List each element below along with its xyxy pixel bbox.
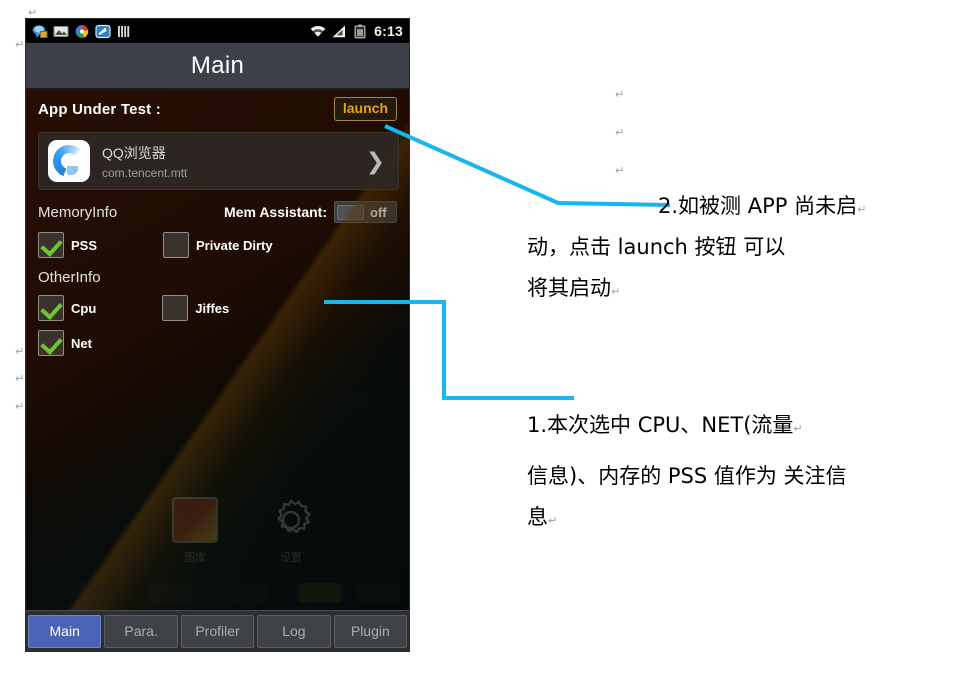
bars-icon [118, 25, 130, 37]
paragraph-mark: ↵ [15, 38, 25, 51]
app-under-test-row: App Under Test : launch [26, 90, 409, 128]
memory-info-checkbox-row: PSS Private Dirty [26, 223, 409, 258]
android-screenshot: 6:13 Main 图库 设置 App Under Test: launch … [25, 18, 410, 652]
leader-line-launch [384, 124, 670, 207]
checkbox-label: Net [71, 335, 92, 351]
wallpaper-icon-label: 图库 [184, 552, 206, 564]
annotation-2-line-2: 动，点击 launch 按钮 可以 [527, 235, 786, 259]
title-bar: Main [26, 43, 409, 90]
app-meta: QQ浏览器 com.tencent.mtt [102, 143, 187, 180]
checkbox-jiffes[interactable]: Jiffes [162, 295, 229, 321]
checkbox-box[interactable] [38, 232, 64, 258]
other-info-title: OtherInfo [38, 269, 101, 286]
tab-profiler[interactable]: Profiler [180, 614, 255, 648]
tab-plugin[interactable]: Plugin [333, 614, 408, 648]
battery-icon [354, 24, 366, 38]
status-system-icons: 6:13 [310, 23, 403, 39]
dock-item [298, 583, 342, 603]
annotation-1-line-2: 信息)、内存的 PSS 值作为 关注信 [527, 464, 847, 488]
annotation-1-line-3: 息↵ [527, 505, 558, 529]
gallery-icon [172, 497, 218, 543]
checkbox-box[interactable] [163, 232, 190, 258]
checkbox-net[interactable]: Net [38, 330, 92, 356]
qq-browser-icon [48, 140, 90, 182]
checkbox-pss[interactable]: PSS [38, 232, 97, 258]
paragraph-mark: ↵ [15, 372, 25, 385]
checkbox-label: Jiffes [195, 300, 230, 316]
other-info-checkbox-row-1: Cpu Jiffes [26, 286, 409, 321]
mem-assistant-toggle[interactable]: off [334, 201, 397, 223]
wallpaper-icon-label: 设置 [280, 552, 302, 564]
wifi-icon [310, 25, 326, 37]
document-page: ↵ ↵ ↵ ↵ ↵ ↵ ↵ ↵ 6:13 Main 图库 设置 App Unde… [0, 0, 965, 685]
app-under-test-label: App Under Test : [38, 100, 161, 118]
dock-item [356, 583, 400, 603]
annotation-2-line-1: 2.如被测 APP 尚未启↵ [658, 194, 867, 218]
wallpaper-icon-settings: 设置 [254, 497, 328, 565]
app-name: QQ浏览器 [102, 144, 166, 161]
page-title: Main [190, 51, 245, 79]
tab-para[interactable]: Para. [104, 614, 178, 648]
dock-item [224, 583, 268, 603]
wallpaper-home-icons: 图库 设置 [26, 485, 409, 613]
browser-icon [75, 24, 89, 38]
status-notification-icons [32, 24, 132, 39]
paragraph-mark: ↵ [615, 126, 625, 139]
gear-icon [268, 497, 314, 543]
checkbox-label: PSS [71, 237, 98, 253]
annotation-1-line-1: 1.本次选中 CPU、NET(流量↵ [527, 413, 803, 437]
checkbox-label: Cpu [71, 300, 97, 316]
dock-item [148, 583, 192, 603]
reader-icon [95, 24, 111, 38]
checkbox-cpu[interactable]: Cpu [38, 295, 96, 321]
other-info-header: OtherInfo [26, 258, 409, 286]
bottom-tab-bar: Main Para. Profiler Log Plugin [26, 610, 409, 651]
mem-assistant-label: Mem Assistant: [224, 204, 327, 220]
toggle-state-label: off [370, 204, 387, 220]
memory-info-title: MemoryInfo [38, 203, 118, 221]
toggle-knob [337, 204, 364, 220]
status-time: 6:13 [374, 23, 403, 39]
checkbox-box[interactable] [162, 295, 189, 321]
status-bar: 6:13 [26, 19, 409, 43]
paragraph-mark: ↵ [15, 345, 25, 358]
other-info-checkbox-row-2: Net [26, 321, 409, 356]
checkbox-box[interactable] [38, 295, 64, 321]
launch-button[interactable]: launch [333, 97, 397, 121]
wallpaper-icon-gallery: 图库 [158, 497, 232, 565]
wallpaper-dock [26, 583, 409, 607]
paragraph-mark: ↵ [615, 164, 625, 177]
annotation-2-line-3: 将其启动↵ [527, 276, 621, 300]
signal-icon [332, 25, 346, 37]
app-content: 图库 设置 App Under Test: launch QQ浏览器 com.… [26, 90, 409, 613]
messaging-icon [32, 24, 48, 38]
checkbox-label: Private Dirty [196, 237, 273, 253]
picture-icon [53, 25, 69, 37]
dock-item [70, 583, 114, 603]
checkbox-private-dirty[interactable]: Private Dirty [163, 232, 273, 258]
paragraph-mark: ↵ [615, 88, 625, 101]
tab-log[interactable]: Log [257, 614, 331, 648]
memory-info-header: MemoryInfo Mem Assistant: off [26, 190, 409, 223]
app-package: com.tencent.mtt [102, 165, 188, 180]
paragraph-mark: ↵ [15, 400, 25, 413]
app-under-test-card[interactable]: QQ浏览器 com.tencent.mtt ❯ [38, 132, 399, 190]
checkbox-box[interactable] [38, 330, 64, 356]
mem-assistant-group: Mem Assistant: off [224, 201, 397, 223]
tab-main[interactable]: Main [28, 614, 102, 648]
chevron-right-icon[interactable]: ❯ [366, 149, 389, 173]
